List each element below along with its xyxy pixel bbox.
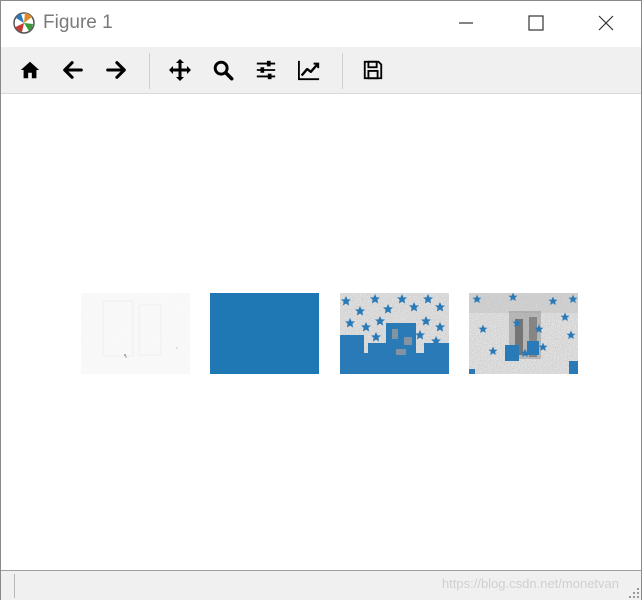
arrow-right-icon: [106, 61, 126, 79]
title-bar[interactable]: Figure 1: [1, 1, 641, 45]
line-chart-icon: [298, 60, 320, 81]
watermark-text: https://blog.csdn.net/monetvan: [441, 576, 619, 591]
edit-axis-button[interactable]: [293, 55, 325, 85]
back-button[interactable]: [57, 55, 89, 85]
minimize-button[interactable]: [431, 1, 501, 45]
matplotlib-logo-icon: [13, 12, 35, 34]
toolbar-separator: [342, 53, 343, 89]
figure-window: Figure 1 https://blog.csdn.net/monetvan: [0, 0, 642, 600]
subplot-image-4: [469, 293, 578, 374]
status-bar: https://blog.csdn.net/monetvan: [1, 570, 641, 600]
pan-button[interactable]: [164, 55, 196, 85]
subplot-image-2: [210, 293, 319, 374]
sliders-icon: [256, 60, 276, 80]
subplot-image-3: [340, 293, 449, 374]
forward-button[interactable]: [100, 55, 132, 85]
navigation-toolbar: [1, 47, 641, 94]
subplot-image-1: [81, 293, 190, 374]
status-message-divider: [14, 574, 15, 598]
floppy-disk-icon: [363, 60, 383, 80]
maximize-icon: [528, 15, 544, 31]
resize-grip-icon[interactable]: [629, 588, 639, 598]
configure-subplots-button[interactable]: [250, 55, 282, 85]
maximize-button[interactable]: [501, 1, 571, 45]
magnifier-icon: [213, 60, 234, 81]
close-icon: [598, 15, 614, 31]
window-title: Figure 1: [43, 12, 113, 33]
toolbar-separator: [149, 53, 150, 89]
arrow-left-icon: [63, 61, 83, 79]
save-button[interactable]: [357, 55, 389, 85]
close-button[interactable]: [571, 1, 641, 45]
zoom-button[interactable]: [207, 55, 239, 85]
figure-canvas[interactable]: [1, 94, 641, 570]
home-icon: [20, 61, 40, 79]
minimize-icon: [459, 22, 473, 24]
home-button[interactable]: [14, 55, 46, 85]
move-icon: [169, 59, 191, 81]
